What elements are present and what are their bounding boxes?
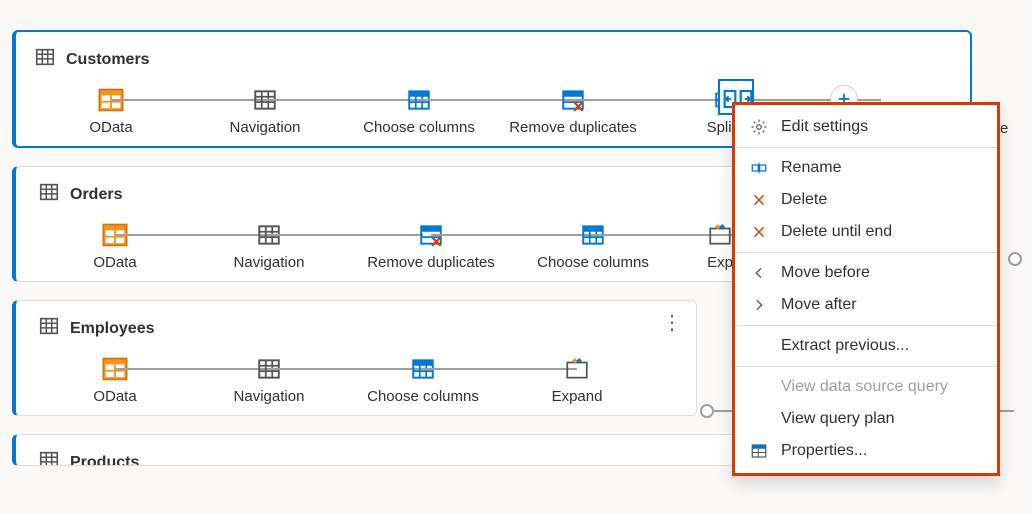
context-menu: Edit settings Rename Delete Delete until… [732,102,1000,476]
gear-icon [749,118,769,136]
step-odata[interactable]: OData [38,354,192,405]
menu-delete-until-end[interactable]: Delete until end [735,216,997,248]
step-choose-columns[interactable]: Choose columns [346,354,500,405]
menu-move-after[interactable]: Move after [735,289,997,321]
step-navigation[interactable]: Navigation [192,354,346,405]
step-expand[interactable]: Expand [500,354,654,405]
menu-delete[interactable]: Delete [735,184,997,216]
more-icon[interactable]: ⋮ [662,313,682,333]
query-name: Orders [70,186,122,204]
connector-node [700,404,714,418]
properties-icon [749,442,769,460]
query-name: Employees [70,320,154,338]
table-icon [38,181,60,208]
menu-extract-previous[interactable]: Extract previous... [735,330,997,362]
menu-view-data-source: View data source query [735,371,997,403]
menu-properties[interactable]: Properties... [735,435,997,467]
query-name: Customers [66,51,150,69]
menu-edit-settings[interactable]: Edit settings [735,111,997,143]
query-header: Customers [34,46,952,73]
delete-icon [749,192,769,208]
rename-icon [749,159,769,177]
step-remove-duplicates[interactable]: Remove duplicates [496,85,650,136]
step-odata[interactable]: OData [38,220,192,271]
menu-separator [735,252,997,253]
step-choose-columns[interactable]: Choose columns [516,220,670,271]
chevron-right-icon [749,297,769,313]
chevron-left-icon [749,265,769,281]
expand-icon [562,354,592,384]
table-icon [38,315,60,342]
menu-separator [735,366,997,367]
step-remove-duplicates[interactable]: Remove duplicates [346,220,516,271]
step-odata[interactable]: OData [34,85,188,136]
menu-separator [735,325,997,326]
menu-view-query-plan[interactable]: View query plan [735,403,997,435]
table-icon [38,449,60,466]
connector-node [1008,252,1022,266]
table-icon [34,46,56,73]
menu-move-before[interactable]: Move before [735,257,997,289]
menu-separator [735,147,997,148]
menu-rename[interactable]: Rename [735,152,997,184]
delete-icon [749,224,769,240]
query-header: Employees [38,315,678,342]
step-navigation[interactable]: Navigation [188,85,342,136]
step-navigation[interactable]: Navigation [192,220,346,271]
query-name: Products [70,454,139,467]
steps-row: OData Navigation Choose columns Expand [38,354,678,405]
step-choose-columns[interactable]: Choose columns [342,85,496,136]
expand-icon [705,220,735,250]
query-card-employees[interactable]: ⋮ Employees OData Navigation Choose colu… [12,300,697,416]
